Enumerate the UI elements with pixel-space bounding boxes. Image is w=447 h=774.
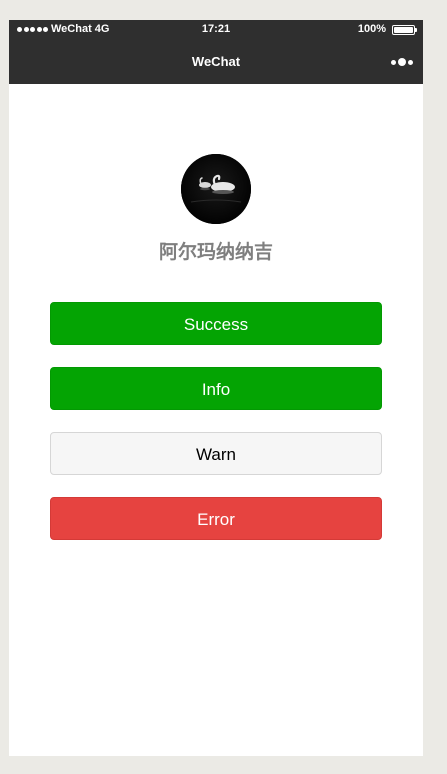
warn-button[interactable]: Warn xyxy=(50,432,382,475)
battery-icon xyxy=(392,24,417,35)
swan-avatar xyxy=(181,154,251,224)
avatar xyxy=(181,154,251,224)
success-button[interactable]: Success xyxy=(50,302,382,345)
battery-indicator: 100% xyxy=(357,23,417,35)
more-dots-icon[interactable] xyxy=(391,57,413,67)
page-title: WeChat xyxy=(191,54,241,69)
error-button[interactable]: Error xyxy=(50,497,382,540)
nav-bar: WeChat xyxy=(9,40,423,84)
battery-percent: 100% xyxy=(357,23,386,35)
profile-nickname: 阿尔玛纳纳吉 xyxy=(158,241,273,263)
status-bar: WeChat 4G 17:21 100% xyxy=(9,20,423,40)
info-button[interactable]: Info xyxy=(50,367,382,410)
phone-screen: WeChat 4G 17:21 100% WeChat 阿尔玛纳纳吉 Succe… xyxy=(9,20,423,756)
